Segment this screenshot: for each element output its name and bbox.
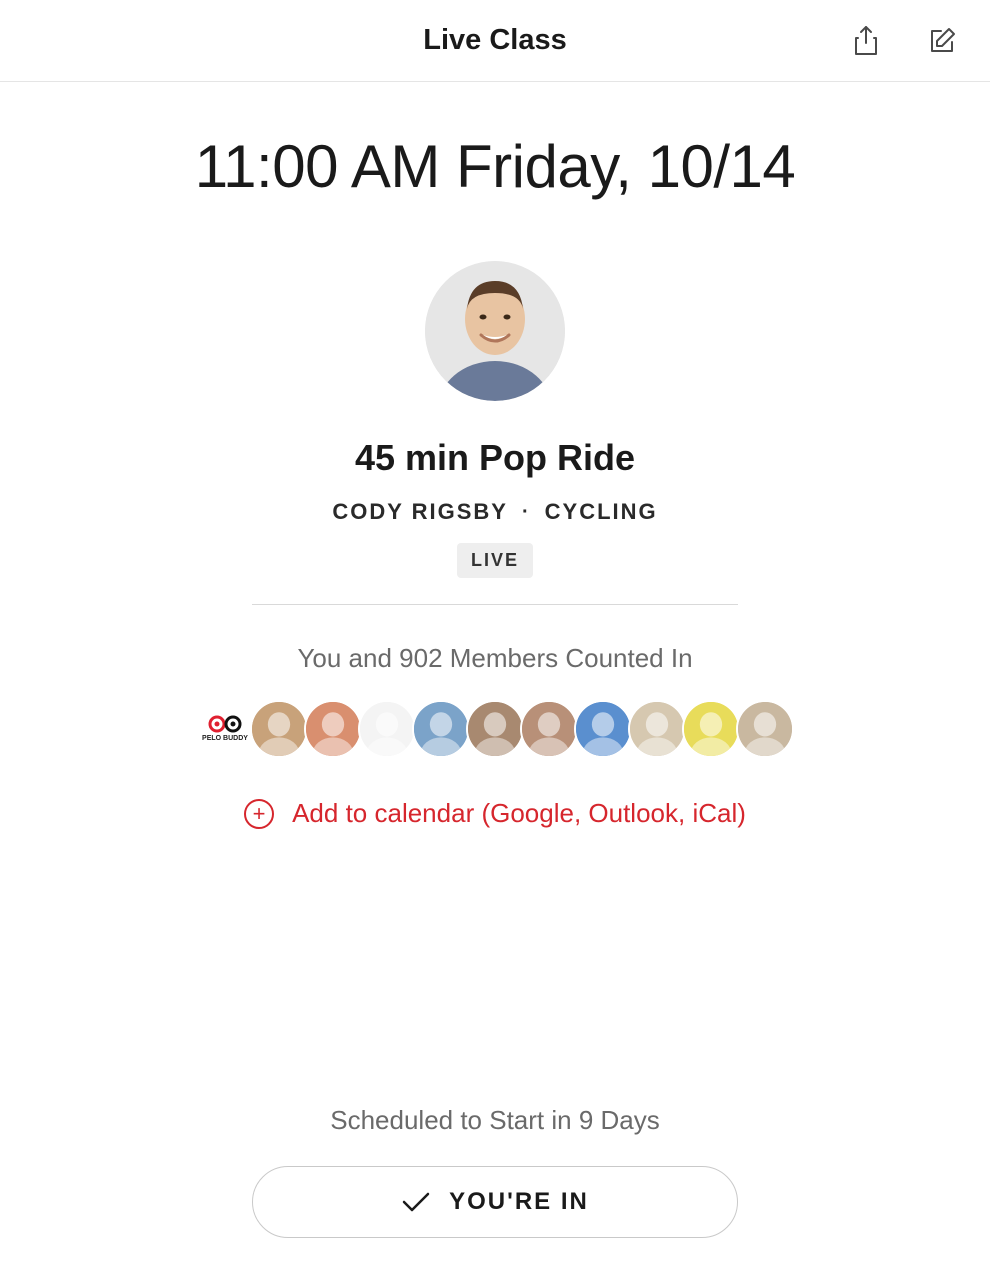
member-avatar-member-4[interactable] [412, 700, 470, 758]
add-calendar-label: Add to calendar (Google, Outlook, iCal) [292, 798, 746, 829]
main-content: 11:00 AM Friday, 10/14 45 min Pop Ride C… [0, 82, 990, 829]
member-avatar-member-3[interactable] [358, 700, 416, 758]
divider [252, 604, 738, 605]
plus-circle-icon: + [244, 799, 274, 829]
meta-separator: · [522, 501, 531, 524]
edit-button[interactable] [924, 23, 960, 59]
header-actions [848, 0, 960, 81]
youre-in-button[interactable]: YOU'RE IN [252, 1166, 738, 1238]
scheduled-start-text: Scheduled to Start in 9 Days [330, 1105, 660, 1136]
counted-in-text: You and 902 Members Counted In [297, 643, 692, 674]
edit-icon [927, 26, 957, 56]
check-icon [401, 1187, 431, 1217]
class-category: CYCLING [545, 499, 658, 525]
page-title: Live Class [423, 24, 566, 57]
member-avatar-member-6[interactable] [520, 700, 578, 758]
member-avatar-member-1[interactable] [250, 700, 308, 758]
status-badge: LIVE [457, 543, 533, 578]
class-meta: CODY RIGSBY · CYCLING [332, 499, 657, 525]
member-avatars-row: PELO BUDDY [196, 700, 794, 758]
instructor-photo [425, 261, 565, 401]
member-avatar-member-9[interactable] [682, 700, 740, 758]
add-to-calendar-button[interactable]: + Add to calendar (Google, Outlook, iCal… [244, 798, 746, 829]
member-avatar-pelo-buddy[interactable]: PELO BUDDY [196, 700, 254, 758]
member-avatar-member-7[interactable] [574, 700, 632, 758]
share-icon [852, 25, 880, 57]
share-button[interactable] [848, 23, 884, 59]
member-avatar-member-8[interactable] [628, 700, 686, 758]
header: Live Class [0, 0, 990, 82]
footer: Scheduled to Start in 9 Days YOU'RE IN [0, 1105, 990, 1238]
class-title: 45 min Pop Ride [355, 437, 635, 479]
instructor-avatar[interactable] [425, 261, 565, 401]
member-avatar-member-2[interactable] [304, 700, 362, 758]
class-datetime: 11:00 AM Friday, 10/14 [195, 132, 795, 201]
member-avatar-member-5[interactable] [466, 700, 524, 758]
member-avatar-member-10[interactable] [736, 700, 794, 758]
youre-in-label: YOU'RE IN [449, 1188, 589, 1216]
instructor-name: CODY RIGSBY [332, 499, 508, 525]
